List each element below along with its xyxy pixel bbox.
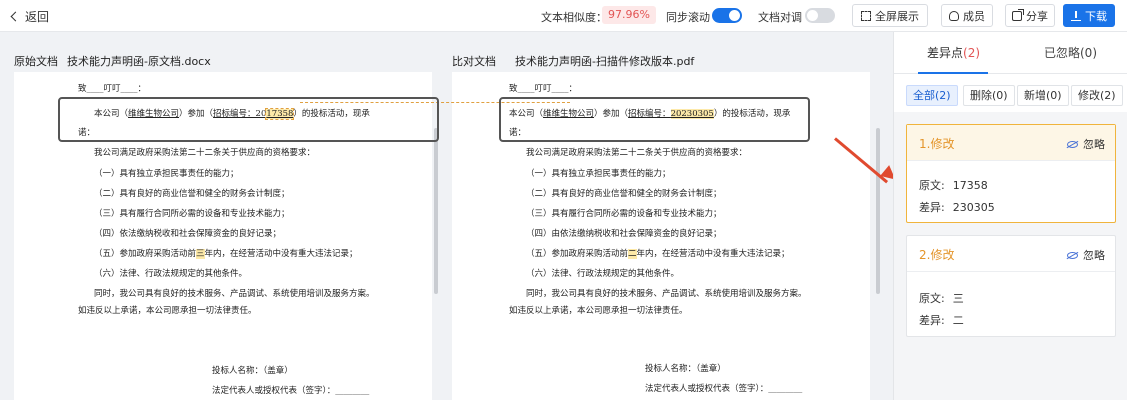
compare-doc-scrollbar[interactable] <box>876 128 880 294</box>
members-label: 成员 <box>963 9 985 23</box>
doc-line: 致____叮叮____： <box>78 84 147 94</box>
fullscreen-button[interactable]: 全屏展示 <box>852 4 928 27</box>
doc-line: （一）具有独立承担民事责任的能力； <box>526 169 671 179</box>
eye-slash-icon <box>1067 140 1078 148</box>
share-label: 分享 <box>1026 9 1048 23</box>
doc-line: 同时，我公司具有良好的技术服务、产品调试、系统使用培训及服务方案。 <box>526 289 807 299</box>
filter-all[interactable]: 全部(2) <box>906 85 958 106</box>
compare-doc-label: 比对文档 <box>452 55 496 68</box>
toggle-knob <box>807 10 818 21</box>
ignore-button[interactable]: 忽略 <box>1067 247 1105 263</box>
doc-line: 如违反以上承诺，本公司愿承担一切法律责任。 <box>78 306 257 316</box>
diff-focus-box-compare <box>499 97 810 142</box>
download-button[interactable]: 下载 <box>1063 4 1115 27</box>
diff-focus-box-original <box>58 97 439 142</box>
doc-line: 法定代表人或授权代表（签字）：________ <box>212 386 370 396</box>
doc-line: （六）法律、行政法规规定的其他条件。 <box>526 269 680 279</box>
download-icon <box>1071 10 1081 21</box>
doc-line: 法定代表人或授权代表（签字）：________ <box>645 384 803 394</box>
download-label: 下载 <box>1085 9 1107 23</box>
sidebar-tabs: 差异点(2) 已忽略(0) <box>894 32 1127 74</box>
similarity-label: 文本相似度： <box>541 11 607 24</box>
doc-line: 同时，我公司具有良好的技术服务、产品调试、系统使用培训及服务方案。 <box>94 289 375 299</box>
doc-line: 我公司满足政府采购法第二十二条关于供应商的资格要求： <box>94 148 316 158</box>
filter-modified[interactable]: 修改(2) <box>1071 85 1123 106</box>
filter-deleted[interactable]: 删除(0) <box>963 85 1015 106</box>
chevron-left-icon <box>10 11 21 22</box>
similarity-badge: 97.96% <box>602 6 656 24</box>
original-doc-header: 原始文档 技术能力声明函-原文档.docx <box>0 32 445 72</box>
diff-original-row: 原文: 17358 <box>919 179 988 192</box>
compare-doc-header: 比对文档 技术能力声明函-扫描件修改版本.pdf <box>445 32 893 72</box>
diff-card-header: 2.修改 忽略 <box>907 236 1115 272</box>
doc-line: （五）参加政府采购活动前二年内，在经营活动中没有重大违法记录； <box>526 249 790 259</box>
doc-line: （三）具有履行合同所必需的设备和专业技术能力； <box>94 209 290 219</box>
doc-line: （二）具有良好的商业信誉和健全的财务会计制度； <box>94 189 290 199</box>
doc-line: 投标人名称：（盖章） <box>645 364 726 374</box>
original-doc-scrollbar[interactable] <box>434 128 438 294</box>
members-button[interactable]: 成员 <box>941 4 993 27</box>
doc-line: 如违反以上承诺，本公司愿承担一切法律责任。 <box>509 306 688 316</box>
diff-card-2[interactable]: 2.修改 忽略 原文: 三 差异: 二 <box>906 235 1116 337</box>
share-icon <box>1012 8 1024 21</box>
diff-changed-row: 差异: 230305 <box>919 201 995 214</box>
diff-card-header: 1.修改 忽略 <box>907 125 1115 161</box>
ignore-button[interactable]: 忽略 <box>1067 136 1105 152</box>
diff-card-title: 1.修改 <box>919 137 955 151</box>
diff-card-title: 2.修改 <box>919 248 955 262</box>
fullscreen-label: 全屏展示 <box>875 9 919 23</box>
sync-scroll-toggle[interactable] <box>712 8 742 23</box>
doc-line: （三）具有履行合同所必需的设备和专业技术能力； <box>526 209 722 219</box>
diff-changed-row: 差异: 二 <box>919 314 964 327</box>
doc-line: （二）具有良好的商业信誉和健全的财务会计制度； <box>526 189 722 199</box>
back-button[interactable]: 返回 <box>10 8 50 25</box>
doc-line: （四）由依法缴纳税收和社会保障资金的良好记录； <box>526 229 722 239</box>
eye-slash-icon <box>1067 251 1078 259</box>
compare-doc-filename: 技术能力声明函-扫描件修改版本.pdf <box>515 55 695 68</box>
fullscreen-icon <box>861 10 871 21</box>
doc-line: （四）依法缴纳税收和社会保障资金的良好记录； <box>94 229 282 239</box>
diff-filter-bar: 全部(2) 删除(0) 新增(0) 修改(2) <box>894 74 1127 112</box>
doc-line: 我公司满足政府采购法第二十二条关于供应商的资格要求： <box>526 148 748 158</box>
doc-line: （五）参加政府采购活动前三年内，在经营活动中没有重大违法记录； <box>94 249 358 259</box>
diff-highlight-2[interactable]: 三 <box>196 249 205 259</box>
doc-line: 致____叮叮____： <box>509 84 578 94</box>
swap-docs-toggle[interactable] <box>805 8 835 23</box>
toggle-knob <box>729 10 740 21</box>
sync-scroll-label: 同步滚动 <box>666 11 710 24</box>
diff-highlight-2[interactable]: 二 <box>628 249 637 259</box>
diff-sidebar: 差异点(2) 已忽略(0) 全部(2) 删除(0) 新增(0) 修改(2) 1.… <box>893 32 1127 400</box>
doc-line: （六）法律、行政法规规定的其他条件。 <box>94 269 248 279</box>
back-label: 返回 <box>25 10 50 24</box>
tab-ignored[interactable]: 已忽略(0) <box>1044 44 1097 61</box>
user-icon <box>949 10 959 21</box>
filter-added[interactable]: 新增(0) <box>1017 85 1069 106</box>
top-toolbar: 返回 文本相似度： 97.96% 同步滚动 文档对调 全屏展示 成员 分享 下载 <box>0 0 1127 32</box>
diff-original-row: 原文: 三 <box>919 292 964 305</box>
doc-line: （一）具有独立承担民事责任的能力； <box>94 169 239 179</box>
original-doc-filename: 技术能力声明函-原文档.docx <box>67 55 211 68</box>
diff-card-1[interactable]: 1.修改 忽略 原文: 17358 差异: 230305 <box>906 124 1116 223</box>
tab-differences[interactable]: 差异点(2) <box>927 44 980 61</box>
doc-line: 投标人名称：（盖章） <box>212 366 293 376</box>
share-button[interactable]: 分享 <box>1005 4 1055 27</box>
swap-docs-label: 文档对调 <box>758 11 802 24</box>
original-doc-label: 原始文档 <box>14 55 58 68</box>
